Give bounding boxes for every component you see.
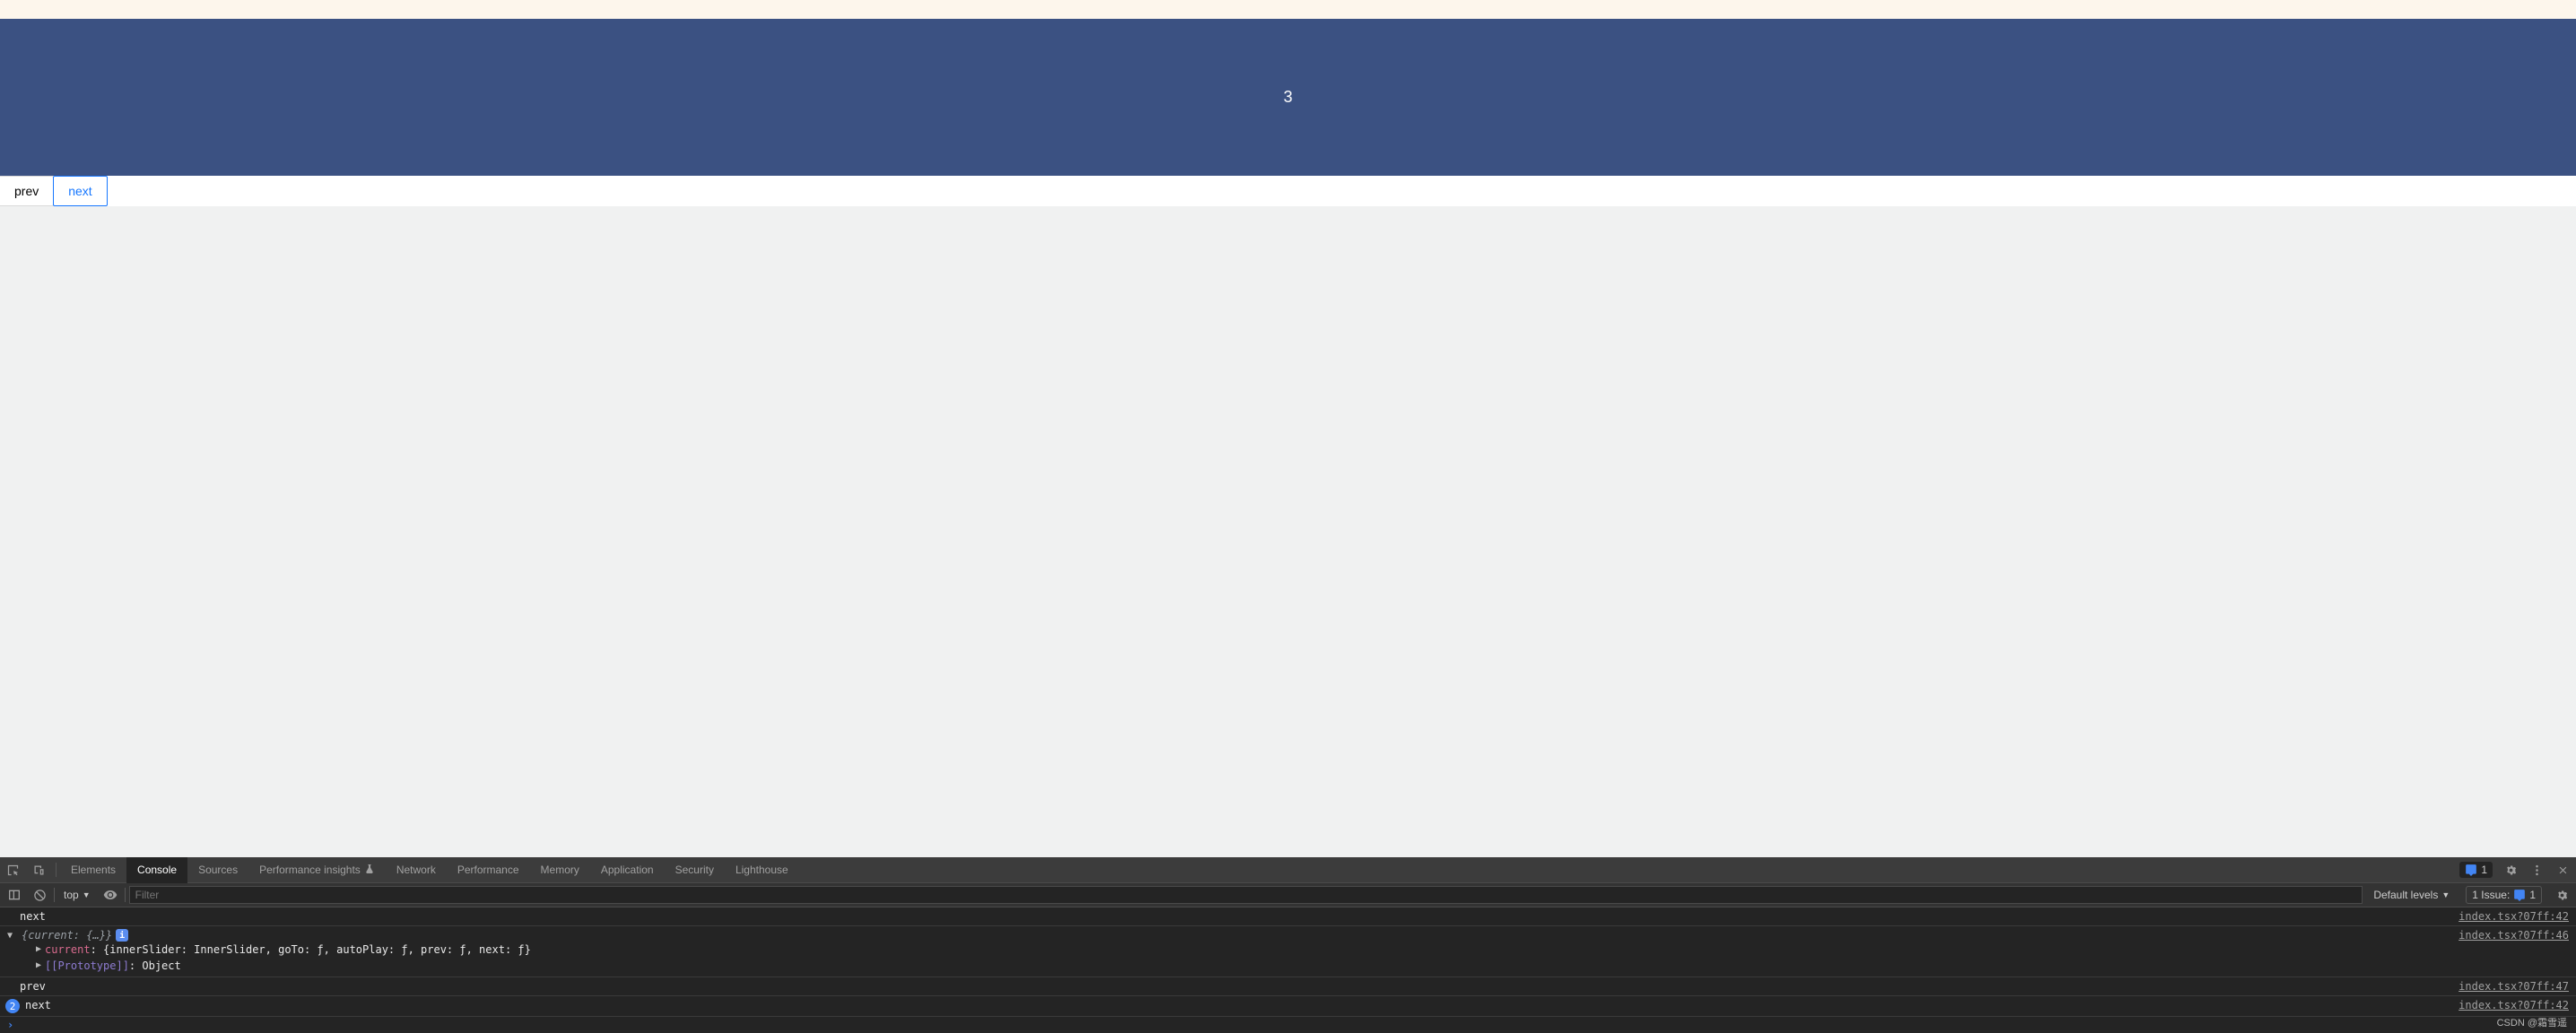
carousel-slide: 3 xyxy=(0,19,2576,176)
source-link[interactable]: index.tsx?07ff:42 xyxy=(2459,999,2569,1011)
tab-security[interactable]: Security xyxy=(665,857,725,883)
console-prompt[interactable]: › xyxy=(0,1017,2576,1033)
object-property-key: current xyxy=(45,942,91,958)
console-settings-icon[interactable] xyxy=(2551,884,2572,906)
tab-application[interactable]: Application xyxy=(590,857,665,883)
kebab-menu-icon[interactable] xyxy=(2524,857,2550,883)
chevron-down-icon: ▼ xyxy=(83,890,91,899)
tab-performance-insights-label: Performance insights xyxy=(259,864,361,876)
disclosure-triangle-icon[interactable]: ▶ xyxy=(36,958,45,974)
tab-elements[interactable]: Elements xyxy=(60,857,126,883)
console-log-row[interactable]: prev index.tsx?07ff:47 xyxy=(0,977,2576,996)
flask-icon xyxy=(364,864,375,877)
object-property-value: {innerSlider: InnerSlider, goTo: ƒ, auto… xyxy=(103,942,531,958)
tab-performance[interactable]: Performance xyxy=(447,857,530,883)
issues-label: 1 Issue: xyxy=(2472,889,2510,901)
console-toolbar: top ▼ Default levels ▼ 1 Issue: 1 xyxy=(0,883,2576,907)
inspect-icon[interactable] xyxy=(0,857,26,883)
info-icon[interactable]: i xyxy=(116,929,128,942)
log-message: prev xyxy=(20,980,2459,993)
tab-memory[interactable]: Memory xyxy=(530,857,590,883)
tab-lighthouse[interactable]: Lighthouse xyxy=(725,857,799,883)
issues-counter[interactable]: 1 Issue: 1 xyxy=(2466,886,2542,904)
console-count-row[interactable]: 2 next index.tsx?07ff:42 xyxy=(0,996,2576,1017)
prompt-chevron-icon: › xyxy=(7,1019,13,1031)
button-row: prev next xyxy=(0,176,2576,206)
sidebar-toggle-icon[interactable] xyxy=(4,884,25,906)
gear-icon[interactable] xyxy=(2498,857,2524,883)
console-object-row[interactable]: ▼ {current: {…}} i ▶ current: {innerSlid… xyxy=(0,926,2576,977)
log-level-label: Default levels xyxy=(2373,889,2438,901)
close-icon[interactable] xyxy=(2550,857,2576,883)
live-expression-icon[interactable] xyxy=(100,884,121,906)
devtools-panel: Elements Console Sources Performance ins… xyxy=(0,857,2576,1033)
source-link[interactable]: index.tsx?07ff:47 xyxy=(2459,980,2569,993)
source-link[interactable]: index.tsx?07ff:46 xyxy=(2459,929,2569,974)
object-property-key: [[Prototype]] xyxy=(45,958,129,974)
top-notice-bar xyxy=(0,0,2576,19)
filter-input[interactable] xyxy=(129,886,2363,904)
console-log-row[interactable]: next index.tsx?07ff:42 xyxy=(0,907,2576,926)
divider xyxy=(54,888,55,902)
divider xyxy=(56,863,57,877)
disclosure-triangle-icon[interactable]: ▼ xyxy=(7,931,16,941)
prev-button[interactable]: prev xyxy=(0,176,54,206)
context-selector[interactable]: top ▼ xyxy=(58,889,96,901)
issues-count: 1 xyxy=(2529,889,2536,901)
watermark: CSDN @霜雪遥 xyxy=(2497,1015,2567,1029)
disclosure-triangle-icon[interactable]: ▶ xyxy=(36,942,45,958)
tab-performance-insights[interactable]: Performance insights xyxy=(248,857,386,883)
carousel-slide-value: 3 xyxy=(1284,88,1292,107)
log-message: next xyxy=(20,910,2459,923)
device-toggle-icon[interactable] xyxy=(26,857,52,883)
clear-console-icon[interactable] xyxy=(29,884,50,906)
object-expanded: ▶ current: {innerSlider: InnerSlider, go… xyxy=(20,942,2459,974)
devtools-tabs: Elements Console Sources Performance ins… xyxy=(0,857,2576,883)
chevron-down-icon: ▼ xyxy=(2441,890,2450,899)
console-output: next index.tsx?07ff:42 ▼ {current: {…}} … xyxy=(0,907,2576,1033)
next-button[interactable]: next xyxy=(53,176,107,206)
page-blank-area xyxy=(0,206,2576,857)
context-selector-label: top xyxy=(64,889,79,901)
repeat-count-badge: 2 xyxy=(5,999,20,1013)
divider xyxy=(125,888,126,902)
object-property-value: Object xyxy=(142,958,180,974)
tab-network[interactable]: Network xyxy=(386,857,447,883)
tab-console[interactable]: Console xyxy=(126,857,187,883)
object-summary: {current: {…}} xyxy=(22,929,112,942)
log-level-selector[interactable]: Default levels ▼ xyxy=(2366,889,2457,901)
issues-indicator[interactable]: 1 xyxy=(2459,862,2493,878)
source-link[interactable]: index.tsx?07ff:42 xyxy=(2459,910,2569,923)
tab-sources[interactable]: Sources xyxy=(187,857,248,883)
log-message: next xyxy=(25,999,2459,1011)
issues-indicator-count: 1 xyxy=(2481,864,2487,876)
